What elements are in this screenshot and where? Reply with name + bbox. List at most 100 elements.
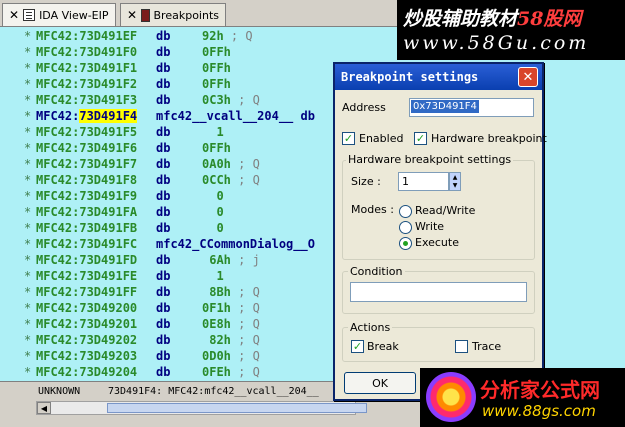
line-address[interactable]: MFC42:73D491FC	[36, 236, 137, 252]
line-marker: *	[24, 77, 32, 91]
line-comment: ; Q	[230, 173, 260, 187]
horizontal-scrollbar[interactable]: ◀	[36, 401, 367, 415]
line-address[interactable]: MFC42:73D491F6	[36, 140, 137, 156]
line-address[interactable]: MFC42:73D49201	[36, 316, 137, 332]
line-directive: db	[156, 221, 171, 235]
close-icon[interactable]: ✕	[9, 8, 19, 22]
line-address[interactable]: MFC42:73D491FD	[36, 252, 137, 268]
line-marker: *	[24, 221, 32, 235]
line-address[interactable]: MFC42:73D491F0	[36, 44, 137, 60]
line-address[interactable]: MFC42:73D491FA	[36, 204, 137, 220]
line-operand: 0FEh ; Q	[202, 365, 260, 379]
line-address[interactable]: MFC42:73D49203	[36, 348, 137, 364]
watermark-url: www.58Gu.com	[403, 32, 590, 54]
line-operand: 0FFh	[202, 77, 231, 91]
break-label: Break	[367, 340, 399, 353]
trace-checkbox[interactable]: ✓	[455, 340, 468, 353]
size-label: Size :	[351, 175, 381, 188]
line-marker: *	[24, 253, 32, 267]
line-symbol[interactable]: mfc42_CCommonDialog__O	[156, 236, 315, 252]
hardware-breakpoint-checkbox[interactable]: ✓	[414, 132, 427, 145]
line-address[interactable]: MFC42:73D491F8	[36, 172, 137, 188]
hardware-settings-title: Hardware breakpoint settings	[346, 153, 514, 166]
modes-label: Modes :	[351, 203, 394, 216]
dialog-title: Breakpoint settings	[335, 64, 542, 90]
line-directive: db	[156, 269, 171, 283]
dialog-close-button[interactable]: ✕	[518, 67, 538, 87]
line-marker: *	[24, 141, 32, 155]
line-marker: *	[24, 349, 32, 363]
line-comment: ; Q	[230, 301, 260, 315]
line-operand: 92h ; Q	[202, 29, 253, 43]
watermark-url: www.88gs.com	[482, 402, 596, 420]
line-operand: 82h ; Q	[202, 333, 260, 347]
line-comment: ; Q	[230, 285, 260, 299]
line-directive: db	[156, 317, 171, 331]
line-address[interactable]: MFC42:73D49200	[36, 300, 137, 316]
line-marker: *	[24, 125, 32, 139]
mode-write-radio[interactable]	[399, 221, 412, 234]
tab-ida-view-eip[interactable]: ✕ IDA View-EIP	[2, 3, 116, 26]
line-address[interactable]: MFC42:73D491F1	[36, 60, 137, 76]
mode-readwrite-label: Read/Write	[415, 204, 476, 217]
size-spinner[interactable]: ▲ ▼	[449, 172, 461, 191]
line-marker: *	[24, 317, 32, 331]
line-marker: *	[24, 45, 32, 59]
break-checkbox[interactable]: ✓	[351, 340, 364, 353]
line-directive: db	[156, 141, 171, 155]
line-address[interactable]: MFC42:73D491EF	[36, 28, 137, 44]
mode-write-label: Write	[415, 220, 445, 233]
ok-button[interactable]: OK	[344, 372, 416, 394]
line-address[interactable]: MFC42:73D491FF	[36, 284, 137, 300]
spin-up-icon[interactable]: ▲	[453, 174, 458, 181]
breakpoints-icon	[141, 8, 150, 22]
enabled-label: Enabled	[359, 132, 404, 145]
close-icon[interactable]: ✕	[127, 8, 137, 22]
line-directive: db	[156, 157, 171, 171]
line-marker: *	[24, 205, 32, 219]
address-input[interactable]: 0x73D491F4	[409, 98, 534, 117]
line-address[interactable]: MFC42:73D491F9	[36, 188, 137, 204]
line-operand: 0FFh	[202, 141, 231, 155]
tab-breakpoints[interactable]: ✕ Breakpoints	[120, 3, 226, 26]
enabled-checkbox[interactable]: ✓	[342, 132, 355, 145]
line-operand: 0FFh	[202, 45, 231, 59]
condition-input[interactable]	[350, 282, 527, 302]
line-operand: 0	[202, 189, 224, 203]
line-address[interactable]: MFC42:73D491F5	[36, 124, 137, 140]
line-address[interactable]: MFC42:73D491F7	[36, 156, 137, 172]
line-address[interactable]: MFC42:73D491F4	[36, 108, 138, 124]
line-marker: *	[24, 269, 32, 283]
line-address[interactable]: MFC42:73D491F2	[36, 76, 137, 92]
watermark-58gu: 炒股辅助教材58股网 www.58Gu.com	[397, 0, 625, 60]
line-comment: ; Q	[230, 365, 260, 379]
tab-label: IDA View-EIP	[39, 8, 109, 22]
line-directive: db	[156, 77, 171, 91]
line-operand: 0A0h ; Q	[202, 157, 260, 171]
line-directive: db	[156, 349, 171, 363]
line-comment: ; j	[230, 253, 260, 267]
line-marker: *	[24, 29, 32, 43]
size-input[interactable]: 1	[398, 172, 449, 191]
line-directive: db	[156, 61, 171, 75]
line-address[interactable]: MFC42:73D491FB	[36, 220, 137, 236]
scroll-left-icon[interactable]: ◀	[37, 402, 51, 414]
line-address[interactable]: MFC42:73D491FE	[36, 268, 137, 284]
watermark-text: 分析家公式网	[480, 378, 600, 402]
line-operand: 0C3h ; Q	[202, 93, 260, 107]
address-label: Address	[342, 101, 386, 114]
line-symbol[interactable]: mfc42__vcall__204__ db	[156, 108, 315, 124]
line-marker: *	[24, 301, 32, 315]
line-address[interactable]: MFC42:73D491F3	[36, 92, 137, 108]
scrollbar-thumb[interactable]	[107, 403, 367, 413]
tab-label: Breakpoints	[153, 8, 220, 22]
line-address[interactable]: MFC42:73D49202	[36, 332, 137, 348]
size-value: 1	[402, 175, 409, 188]
line-operand: 0E8h ; Q	[202, 317, 260, 331]
line-operand: 0	[202, 205, 224, 219]
mode-execute-radio[interactable]	[399, 237, 412, 250]
mode-readwrite-radio[interactable]	[399, 205, 412, 218]
spin-down-icon[interactable]: ▼	[453, 182, 458, 189]
line-directive: db	[156, 253, 171, 267]
line-address[interactable]: MFC42:73D49204	[36, 364, 137, 380]
